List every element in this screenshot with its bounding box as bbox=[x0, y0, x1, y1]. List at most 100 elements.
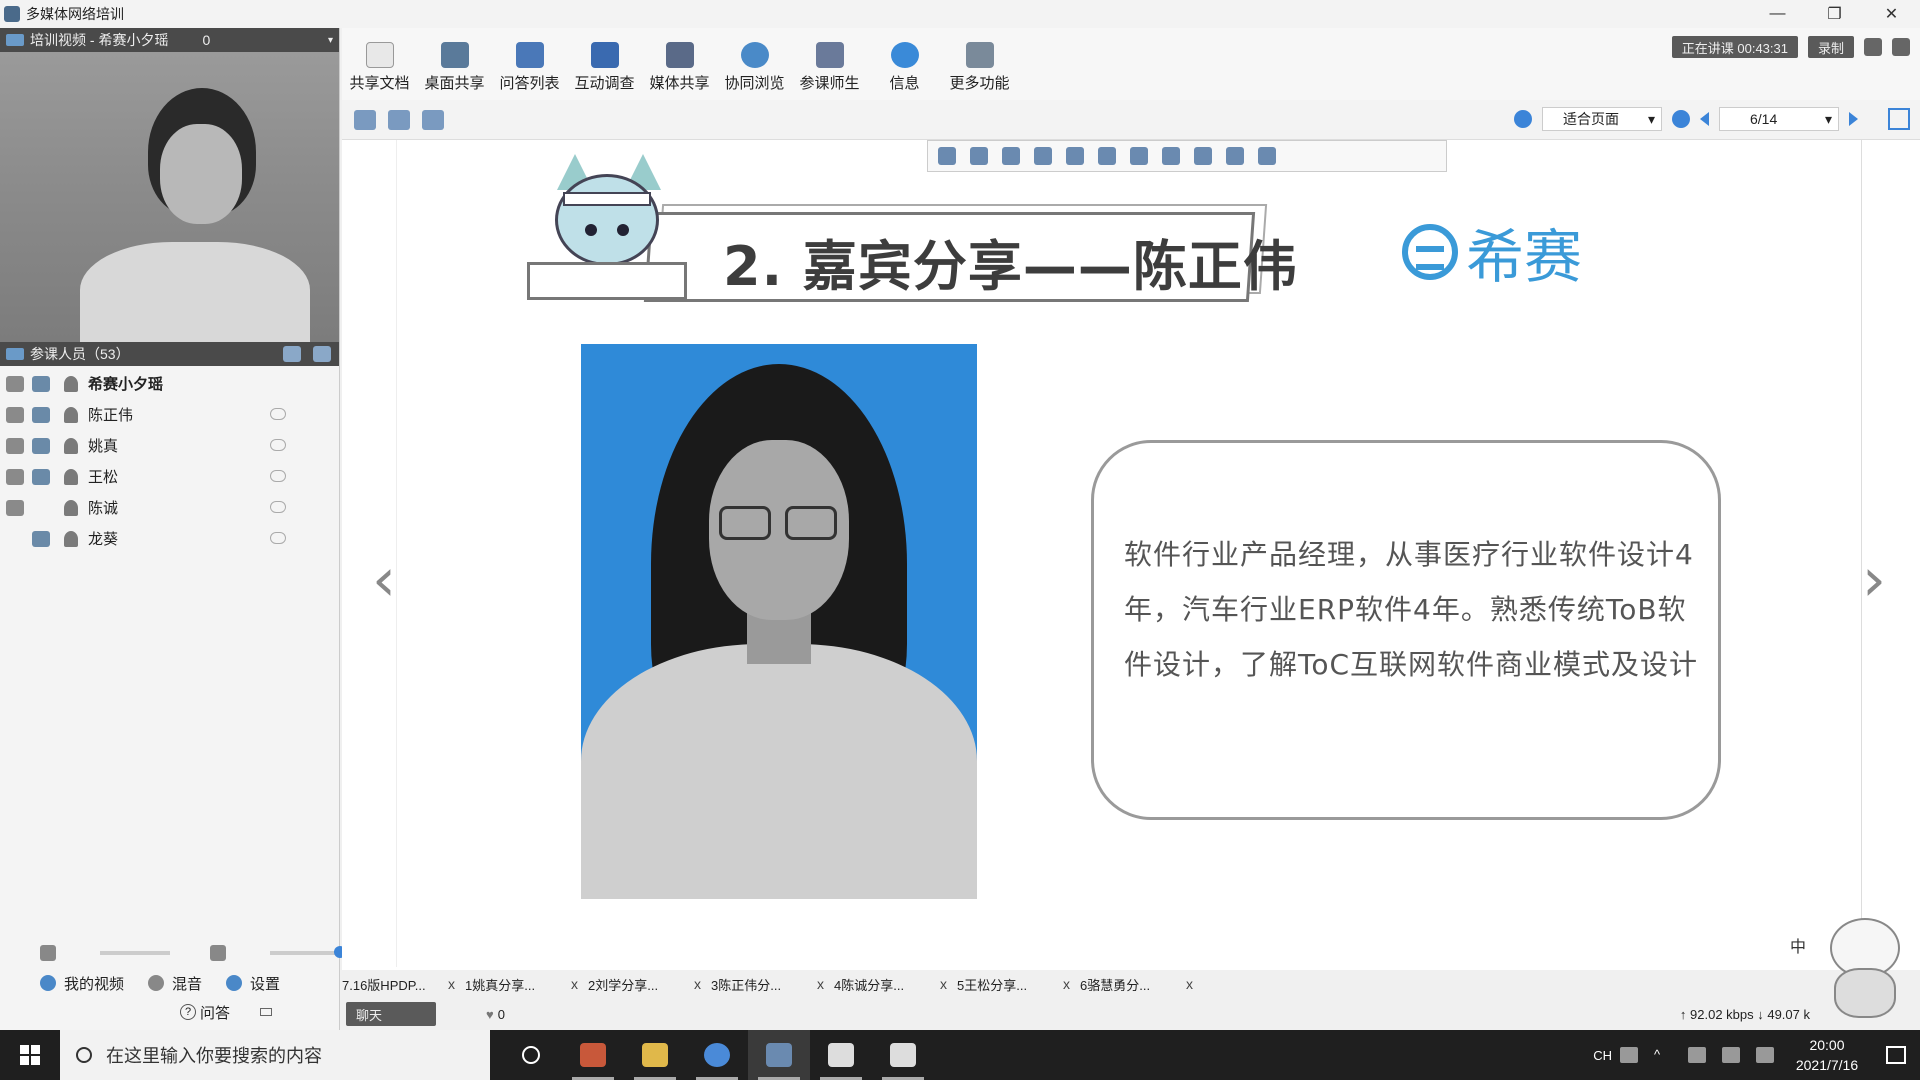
camera-icon[interactable] bbox=[32, 468, 50, 485]
document-tab[interactable]: 4陈诚分享... x bbox=[834, 975, 947, 994]
close-button[interactable]: ✕ bbox=[1863, 0, 1920, 28]
chevron-up-icon[interactable]: ^ bbox=[1654, 1047, 1672, 1063]
sogou-icon[interactable] bbox=[1620, 1047, 1638, 1063]
my-video-button[interactable]: 我的视频 bbox=[40, 973, 124, 994]
minimize-button[interactable]: — bbox=[1749, 0, 1806, 28]
close-icon[interactable]: x bbox=[817, 976, 824, 992]
gear-icon[interactable] bbox=[1892, 38, 1910, 56]
minimize-qa-icon[interactable] bbox=[260, 1008, 273, 1016]
participant-row[interactable]: 姚真 bbox=[0, 430, 339, 461]
desktop-share-button[interactable]: 桌面共享 bbox=[417, 28, 492, 100]
undo-tool-icon[interactable] bbox=[1194, 147, 1212, 165]
fullscreen-icon[interactable] bbox=[1888, 108, 1910, 130]
camera-icon[interactable] bbox=[32, 437, 50, 454]
chat-bubble-icon[interactable] bbox=[270, 501, 286, 513]
pointer-tool-icon[interactable] bbox=[938, 147, 956, 165]
close-icon[interactable]: x bbox=[571, 976, 578, 992]
rectangle-tool-icon[interactable] bbox=[1098, 147, 1116, 165]
shared-documents-button[interactable]: 共享文档 bbox=[342, 28, 417, 100]
redo-tool-icon[interactable] bbox=[1226, 147, 1244, 165]
participant-row[interactable]: 希赛小夕瑶 bbox=[0, 368, 339, 399]
chat-bubble-icon[interactable] bbox=[270, 439, 286, 451]
refresh-icon[interactable] bbox=[1514, 110, 1532, 128]
document-tab[interactable]: 1姚真分享... x bbox=[465, 975, 578, 994]
mic-icon[interactable] bbox=[6, 375, 24, 392]
mix-button[interactable]: 混音 bbox=[148, 973, 202, 994]
live-status-dropdown[interactable]: 正在讲课 00:43:31 bbox=[1671, 36, 1798, 58]
pen-icon[interactable] bbox=[1756, 1047, 1774, 1063]
close-icon[interactable]: x bbox=[940, 976, 947, 992]
more-features-button[interactable]: 更多功能 bbox=[942, 28, 1017, 100]
co-browse-button[interactable]: 协同浏览 bbox=[717, 28, 792, 100]
assistant-mascot[interactable]: 中 bbox=[1790, 888, 1910, 1028]
close-icon[interactable]: x bbox=[1063, 976, 1070, 992]
taskbar-clock[interactable]: 20:00 2021/7/16 bbox=[1782, 1035, 1872, 1075]
raise-hand-icon[interactable] bbox=[283, 346, 301, 362]
media-share-button[interactable]: 媒体共享 bbox=[642, 28, 717, 100]
document-tab-active[interactable]: 3陈正伟分... x bbox=[711, 975, 824, 994]
document-tab[interactable]: 6骆慧勇分... x bbox=[1080, 975, 1193, 994]
zoom-fit-select[interactable]: 适合页面 ▾ bbox=[1542, 107, 1662, 131]
next-page-icon[interactable] bbox=[1849, 112, 1858, 126]
training-app[interactable] bbox=[748, 1030, 810, 1080]
close-icon[interactable]: x bbox=[694, 976, 701, 992]
info-button[interactable]: 信息 bbox=[867, 28, 942, 100]
notification-button[interactable] bbox=[1872, 1030, 1920, 1080]
survey-button[interactable]: 互动调查 bbox=[567, 28, 642, 100]
qa-list-button[interactable]: 问答列表 bbox=[492, 28, 567, 100]
clear-tool-icon[interactable] bbox=[1002, 147, 1020, 165]
record-button[interactable]: 录制 bbox=[1807, 36, 1854, 58]
mic-volume-slider[interactable] bbox=[100, 951, 170, 955]
next-slide-arrow[interactable]: › bbox=[1862, 550, 1886, 610]
previous-slide-arrow[interactable]: ‹ bbox=[372, 550, 396, 610]
document-tab[interactable]: 2刘学分享... x bbox=[588, 975, 701, 994]
document-tab[interactable]: 7.16版HPDP... x bbox=[342, 975, 455, 994]
speaker-volume-slider[interactable] bbox=[270, 946, 346, 958]
maximize-button[interactable]: ❐ bbox=[1806, 0, 1863, 28]
camera-icon[interactable] bbox=[32, 406, 50, 423]
attendees-button[interactable]: 参课师生 bbox=[792, 28, 867, 100]
mic-icon[interactable] bbox=[6, 468, 24, 485]
video-menu-icon[interactable]: ▾ bbox=[328, 35, 333, 46]
app-c-2[interactable] bbox=[872, 1030, 934, 1080]
ime-indicator[interactable]: CH bbox=[1593, 1048, 1612, 1063]
network-icon[interactable] bbox=[1722, 1047, 1740, 1063]
likes[interactable]: ♥ 0 bbox=[486, 1007, 505, 1022]
powerpoint-app[interactable] bbox=[562, 1030, 624, 1080]
file-explorer-app[interactable] bbox=[624, 1030, 686, 1080]
home-page-icon[interactable] bbox=[1672, 110, 1690, 128]
mic-icon[interactable] bbox=[6, 406, 24, 423]
settings-button[interactable]: 设置 bbox=[226, 973, 280, 994]
layout-icon[interactable] bbox=[1864, 38, 1882, 56]
page-select[interactable]: 6/14 ▾ bbox=[1719, 107, 1839, 131]
camera-icon[interactable] bbox=[32, 375, 50, 392]
close-icon[interactable]: x bbox=[1186, 976, 1193, 992]
camera-icon[interactable] bbox=[32, 530, 50, 547]
cortana-button[interactable] bbox=[500, 1030, 562, 1080]
participant-row[interactable]: 陈正伟 bbox=[0, 399, 339, 430]
start-button[interactable] bbox=[0, 1030, 60, 1080]
chrome-app[interactable] bbox=[686, 1030, 748, 1080]
pen-tool-icon[interactable] bbox=[1034, 147, 1052, 165]
chat-bubble-icon[interactable] bbox=[270, 408, 286, 420]
user-settings-icon[interactable] bbox=[313, 346, 331, 362]
document-tab[interactable]: 5王松分享... x bbox=[957, 975, 1070, 994]
chat-bubble-icon[interactable] bbox=[270, 532, 286, 544]
mic-icon[interactable] bbox=[6, 437, 24, 454]
previous-page-icon[interactable] bbox=[1700, 112, 1709, 126]
add-page-icon[interactable] bbox=[388, 109, 410, 130]
app-c-1[interactable] bbox=[810, 1030, 872, 1080]
open-folder-icon[interactable] bbox=[354, 109, 376, 130]
highlighter-tool-icon[interactable] bbox=[1066, 147, 1084, 165]
line-tool-icon[interactable] bbox=[1130, 147, 1148, 165]
qa-button[interactable]: ? 问答 bbox=[180, 1002, 230, 1023]
screenshot-icon[interactable] bbox=[422, 109, 444, 130]
chat-bubble-icon[interactable] bbox=[270, 470, 286, 482]
participant-row[interactable]: 陈诚 bbox=[0, 492, 339, 523]
save-tool-icon[interactable] bbox=[1258, 147, 1276, 165]
battery-icon[interactable] bbox=[1688, 1047, 1706, 1063]
taskbar-search[interactable]: 在这里输入你要搜索的内容 bbox=[60, 1030, 490, 1080]
close-icon[interactable]: x bbox=[448, 976, 455, 992]
participant-row[interactable]: 龙葵 bbox=[0, 523, 339, 554]
mic-icon[interactable] bbox=[6, 499, 24, 516]
